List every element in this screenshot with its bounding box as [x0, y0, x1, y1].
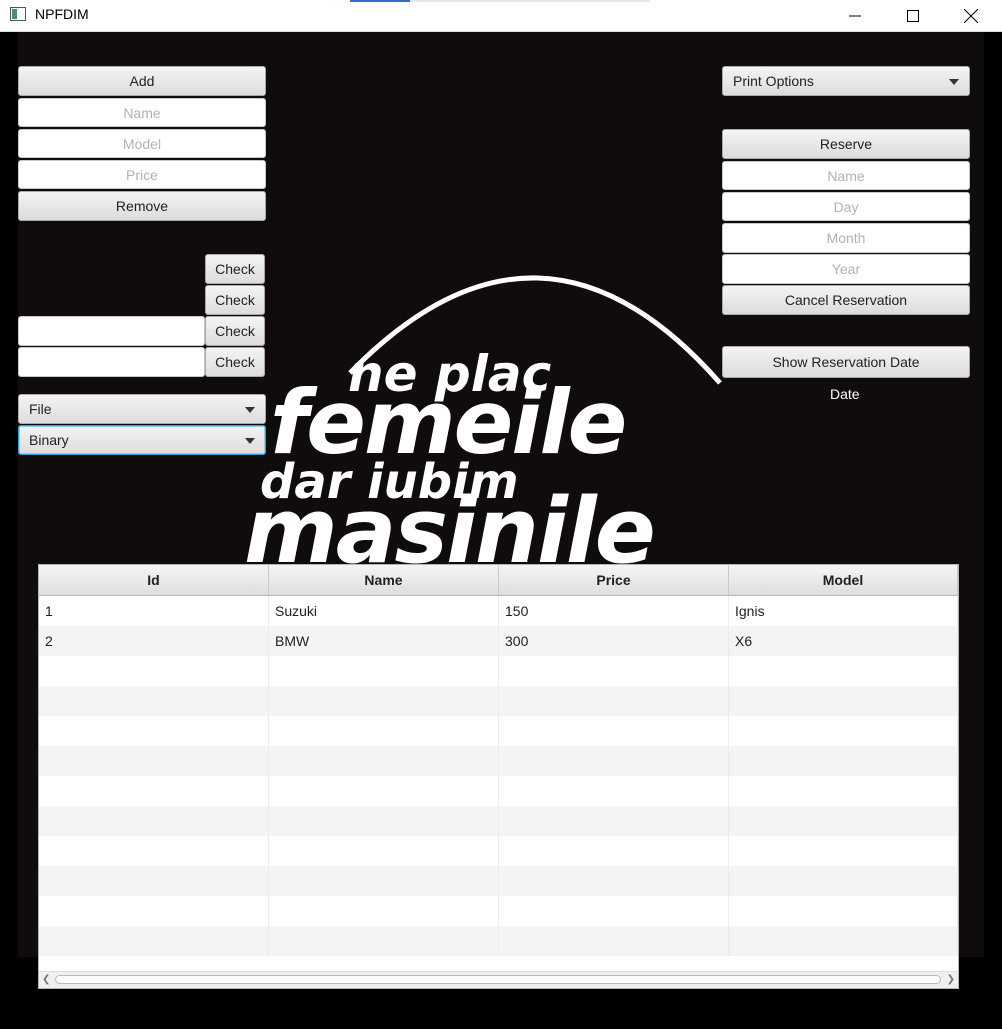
logo-line4: masinile — [244, 479, 654, 568]
scroll-right-icon[interactable]: ❯ — [947, 974, 955, 985]
title-bar: NPFDIM — [0, 0, 1002, 32]
app-icon — [10, 7, 26, 21]
empty-row — [39, 656, 958, 686]
empty-row — [39, 926, 958, 956]
cancel-reservation-button[interactable]: Cancel Reservation — [722, 285, 970, 315]
add-button[interactable]: Add — [18, 66, 266, 96]
table-header: Id Name Price Model — [39, 565, 958, 596]
chevron-down-icon — [949, 79, 959, 85]
column-header-price[interactable]: Price — [499, 565, 729, 595]
cell-id: 2 — [39, 626, 269, 656]
table-body: 1 Suzuki 150 Ignis 2 BMW 300 X6 — [39, 596, 958, 956]
empty-row — [39, 836, 958, 866]
file-combo[interactable]: File — [18, 394, 266, 424]
reserve-name-input[interactable]: Name — [722, 161, 970, 190]
file-combo-value: File — [29, 401, 52, 417]
window-title: NPFDIM — [35, 6, 89, 22]
table-row[interactable]: 2 BMW 300 X6 — [39, 626, 958, 656]
cell-id: 1 — [39, 596, 269, 626]
add-price-input[interactable]: Price — [18, 160, 266, 189]
cell-model: X6 — [729, 626, 958, 656]
empty-row — [39, 806, 958, 836]
horizontal-scrollbar[interactable]: ❮ ❯ — [39, 971, 958, 988]
scroll-left-icon[interactable]: ❮ — [42, 974, 50, 985]
title-progress-indicator — [350, 0, 650, 2]
check-button-1[interactable]: Check — [205, 254, 265, 284]
empty-row — [39, 776, 958, 806]
minimize-button[interactable] — [826, 0, 884, 31]
column-header-model[interactable]: Model — [729, 565, 958, 595]
maximize-button[interactable] — [884, 0, 942, 31]
reserve-button[interactable]: Reserve — [722, 129, 970, 159]
format-combo-value: Binary — [29, 432, 69, 448]
minimize-icon — [849, 15, 861, 16]
maximize-icon — [907, 9, 919, 22]
logo-image: ne plac femeile dar iubim masinile — [244, 275, 722, 568]
show-reservation-date-button[interactable]: Show Reservation Date — [722, 346, 970, 378]
empty-row — [39, 866, 958, 896]
close-icon — [964, 8, 978, 23]
remove-button[interactable]: Remove — [18, 191, 266, 221]
column-header-id[interactable]: Id — [39, 565, 269, 595]
reserve-day-input[interactable]: Day — [722, 192, 970, 221]
cell-name: BMW — [269, 626, 499, 656]
check-button-4[interactable]: Check — [205, 347, 265, 377]
print-options-combo[interactable]: Print Options — [722, 66, 970, 96]
reserve-year-input[interactable]: Year — [722, 254, 970, 284]
format-combo[interactable]: Binary — [18, 425, 266, 455]
print-options-value: Print Options — [733, 73, 814, 89]
close-button[interactable] — [942, 0, 1000, 31]
cell-price: 300 — [499, 626, 729, 656]
column-header-name[interactable]: Name — [269, 565, 499, 595]
add-model-input[interactable]: Model — [18, 129, 266, 158]
check-button-2[interactable]: Check — [205, 285, 265, 315]
check-button-3[interactable]: Check — [205, 316, 265, 346]
table-row[interactable]: 1 Suzuki 150 Ignis — [39, 596, 958, 626]
check-input-4[interactable] — [18, 347, 205, 377]
cars-table[interactable]: Id Name Price Model 1 Suzuki 150 Ignis 2… — [38, 564, 959, 989]
empty-row — [39, 896, 958, 926]
cell-price: 150 — [499, 596, 729, 626]
chevron-down-icon — [245, 438, 255, 444]
reserve-month-input[interactable]: Month — [722, 223, 970, 253]
check-input-3[interactable] — [18, 316, 205, 346]
add-name-input[interactable]: Name — [18, 98, 266, 127]
scrollbar-thumb[interactable] — [55, 975, 941, 984]
empty-row — [39, 686, 958, 716]
cell-model: Ignis — [729, 596, 958, 626]
empty-row — [39, 716, 958, 746]
chevron-down-icon — [245, 407, 255, 413]
cell-name: Suzuki — [269, 596, 499, 626]
reservation-date-label: Date — [830, 386, 860, 402]
empty-row — [39, 746, 958, 776]
